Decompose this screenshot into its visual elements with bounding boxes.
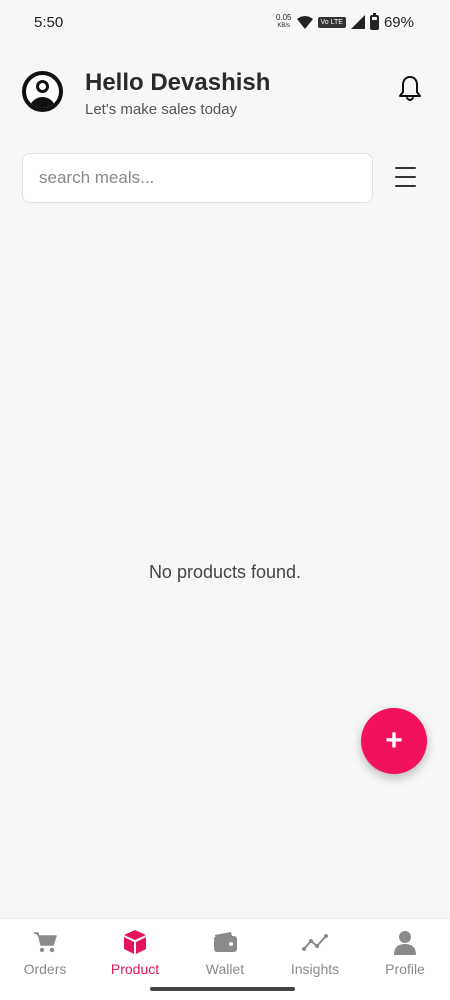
network-speed-value: 0.05 <box>275 13 292 22</box>
network-speed-unit: KB/s <box>277 23 291 29</box>
battery-icon <box>369 12 379 30</box>
battery-percent: 69% <box>383 13 414 31</box>
bell-icon[interactable] <box>398 75 422 103</box>
nav-item-orders[interactable]: Orders <box>0 919 90 1000</box>
nav-item-profile[interactable]: Profile <box>360 919 450 1000</box>
nav-label: Orders <box>23 961 67 977</box>
box-icon <box>124 930 146 954</box>
battery-fill <box>371 19 377 28</box>
menu-line <box>395 167 416 169</box>
avatar-head <box>36 80 49 93</box>
chart-line-icon <box>302 934 328 951</box>
home-indicator[interactable] <box>150 987 295 991</box>
empty-state-message: No products found. <box>148 562 302 582</box>
plus-icon: + <box>385 724 403 757</box>
nav-label: Insights <box>290 961 340 977</box>
header: Hello Devashish Let's make sales today <box>22 64 428 124</box>
page-title: Hello Devashish <box>85 69 271 96</box>
signal-icon <box>350 15 365 29</box>
person-icon <box>394 931 416 955</box>
volte-badge: Vo LTE <box>317 16 346 28</box>
status-icons: 0.05 KB/s Vo LTE 69% <box>276 12 414 31</box>
nav-label: Product <box>110 961 160 977</box>
nav-label: Wallet <box>205 961 245 977</box>
wallet-icon <box>214 932 237 952</box>
status-bar: 5:50 0.05 KB/s Vo LTE 69% <box>0 0 450 44</box>
nav-label: Profile <box>385 961 425 977</box>
network-speed: 0.05 KB/s <box>276 14 292 30</box>
wifi-icon <box>296 15 313 29</box>
cart-icon <box>34 932 57 953</box>
avatar-shoulders <box>29 97 56 108</box>
search-input[interactable] <box>22 153 373 203</box>
add-product-button[interactable]: + <box>361 708 427 774</box>
page-subtitle: Let's make sales today <box>85 101 238 118</box>
menu-line <box>395 185 416 187</box>
hamburger-menu-icon[interactable] <box>395 167 416 189</box>
user-circle-icon[interactable] <box>22 71 63 112</box>
menu-line <box>395 176 416 178</box>
status-time: 5:50 <box>34 13 64 31</box>
